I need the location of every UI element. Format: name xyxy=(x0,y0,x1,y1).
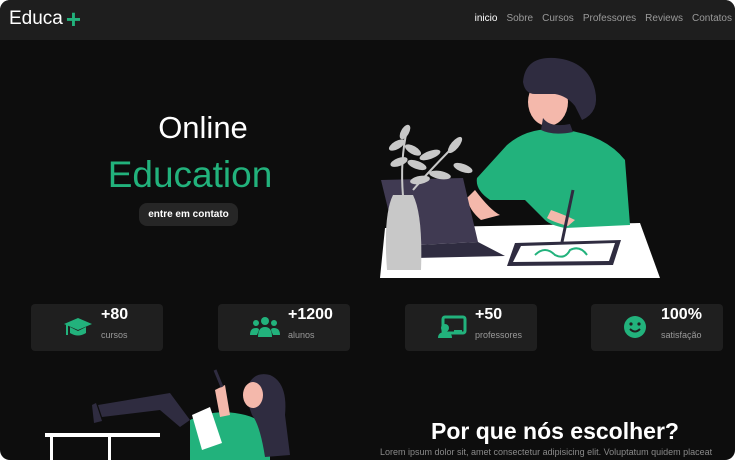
stat-label: satisfação xyxy=(661,330,702,340)
contact-button[interactable]: entre em contato xyxy=(139,203,238,226)
stat-value: +50 xyxy=(475,306,503,323)
stat-value: 100% xyxy=(661,306,702,323)
nav-item-professores[interactable]: Professores xyxy=(583,13,636,24)
stat-label: professores xyxy=(475,330,523,340)
stat-label: cursos xyxy=(101,330,128,340)
stat-label: alunos xyxy=(288,330,315,340)
navbar: Educa + inicio Sobre Cursos Professores … xyxy=(0,0,735,40)
stat-value: +80 xyxy=(101,306,129,323)
page: Educa + inicio Sobre Cursos Professores … xyxy=(0,0,735,460)
nav-item-inicio[interactable]: inicio xyxy=(475,13,498,24)
graduation-cap-icon xyxy=(64,318,92,336)
hero-title-line1: Online xyxy=(158,110,248,145)
reading-illustration xyxy=(45,369,290,460)
plus-icon: + xyxy=(65,4,82,34)
stat-value: +1200 xyxy=(288,306,333,323)
stat-card-satisfacao: 100% satisfação xyxy=(591,304,723,351)
nav-item-cursos[interactable]: Cursos xyxy=(542,13,574,24)
users-icon xyxy=(250,317,280,337)
smile-icon xyxy=(624,316,646,338)
nav-menu: inicio Sobre Cursos Professores Reviews … xyxy=(475,13,732,24)
nav-item-reviews[interactable]: Reviews xyxy=(645,13,683,24)
teacher-icon xyxy=(438,315,467,338)
hero-title-line2: Education xyxy=(107,154,273,195)
brand-name: Educa xyxy=(9,8,63,29)
nav-item-contatos[interactable]: Contatos xyxy=(692,13,732,24)
nav-item-sobre[interactable]: Sobre xyxy=(506,13,533,24)
stat-card-alunos: +1200 alunos xyxy=(218,304,350,351)
section-text: Lorem ipsum dolor sit, amet consectetur … xyxy=(380,447,713,457)
stat-card-cursos: +80 cursos xyxy=(31,304,163,351)
stat-card-professores: +50 professores xyxy=(405,304,537,351)
hero-illustration xyxy=(380,57,660,278)
section-heading: Por que nós escolher? xyxy=(431,418,679,444)
brand-logo[interactable]: Educa + xyxy=(9,4,82,34)
